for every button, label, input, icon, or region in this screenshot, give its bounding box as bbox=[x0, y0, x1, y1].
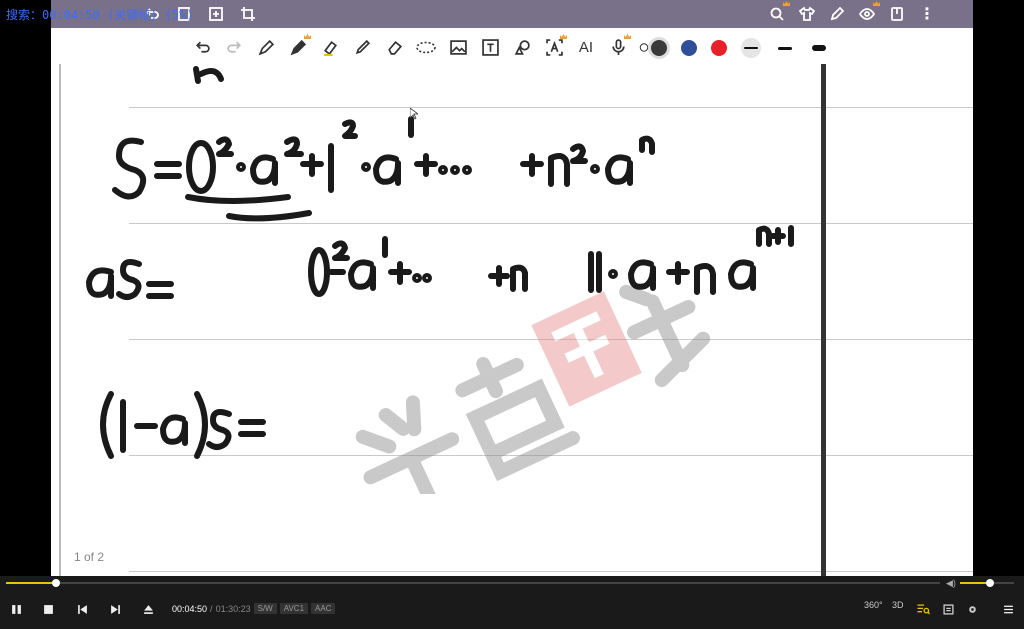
note-app-window: ⋮ AI 1 of 2 bbox=[51, 0, 973, 576]
bookmark-icon[interactable] bbox=[887, 4, 907, 24]
color-swatch-dark[interactable] bbox=[651, 40, 667, 56]
playlist-search-icon[interactable] bbox=[914, 598, 932, 620]
textbox-icon[interactable] bbox=[479, 36, 501, 58]
drawing-toolbar: AI bbox=[51, 28, 973, 65]
highlighter-icon[interactable] bbox=[319, 36, 341, 58]
current-time: 00:04:50 bbox=[172, 603, 208, 614]
stroke-thick[interactable] bbox=[809, 38, 829, 58]
more-tools-icon[interactable] bbox=[639, 36, 649, 58]
eraser-icon[interactable] bbox=[383, 36, 405, 58]
microphone-icon[interactable] bbox=[607, 34, 631, 58]
vr-360-button[interactable]: 360° bbox=[864, 600, 883, 610]
undo-icon[interactable] bbox=[191, 36, 213, 58]
speaker-icon[interactable]: ◀) bbox=[946, 578, 956, 589]
image-icon[interactable] bbox=[447, 36, 469, 58]
premium-crown-icon bbox=[783, 1, 790, 6]
time-display: 00:04:50 / 01:30:23 S/W AVC1 AAC bbox=[172, 603, 336, 614]
stroke-medium[interactable] bbox=[775, 38, 795, 58]
color-swatch-red[interactable] bbox=[711, 40, 727, 56]
pause-button[interactable] bbox=[8, 598, 24, 620]
premium-crown-icon bbox=[624, 34, 631, 39]
search-icon[interactable] bbox=[767, 1, 790, 24]
shirt-icon[interactable] bbox=[797, 4, 817, 24]
seek-bar[interactable] bbox=[0, 579, 940, 587]
chip-audio-codec: AAC bbox=[311, 603, 336, 614]
text-recognition-icon[interactable] bbox=[543, 34, 567, 58]
volume-slider[interactable]: ◀) bbox=[946, 578, 1018, 588]
add-page-icon[interactable] bbox=[206, 4, 226, 24]
premium-crown-icon bbox=[873, 1, 880, 6]
color-swatch-blue[interactable] bbox=[681, 40, 697, 56]
page-count: 1 of 2 bbox=[74, 550, 105, 564]
settings-gear-icon[interactable] bbox=[964, 598, 980, 620]
lasso-icon[interactable] bbox=[415, 36, 437, 58]
chip-sw: S/W bbox=[253, 603, 277, 614]
search-status-overlay: 搜索：00:04:50 (关键帧) (5%) bbox=[6, 8, 194, 22]
mouse-cursor-icon bbox=[410, 108, 418, 120]
media-player-controls: ◀) 00:04:50 / 01:30:23 S/W AVC1 AAC 360°… bbox=[0, 576, 1024, 629]
time-separator: / bbox=[210, 603, 213, 614]
eye-icon[interactable] bbox=[857, 1, 880, 24]
pencil-icon[interactable] bbox=[287, 34, 311, 58]
redo-icon[interactable] bbox=[223, 36, 245, 58]
shapes-icon[interactable] bbox=[511, 36, 533, 58]
marker-icon[interactable] bbox=[351, 36, 373, 58]
3d-button[interactable]: 3D bbox=[892, 600, 904, 610]
eject-button[interactable] bbox=[140, 598, 156, 620]
previous-button[interactable] bbox=[74, 598, 90, 620]
volume-knob[interactable] bbox=[986, 579, 994, 587]
chip-video-codec: AVC1 bbox=[279, 603, 309, 614]
stroke-thin[interactable] bbox=[741, 38, 761, 58]
next-button[interactable] bbox=[107, 598, 123, 620]
total-time: 01:30:23 bbox=[215, 603, 251, 614]
premium-crown-icon bbox=[304, 34, 311, 39]
premium-crown-icon bbox=[560, 34, 567, 39]
stop-button[interactable] bbox=[40, 598, 56, 620]
crop-icon[interactable] bbox=[238, 4, 258, 24]
subtitles-icon[interactable] bbox=[940, 598, 956, 620]
menu-icon[interactable] bbox=[1000, 598, 1016, 620]
seek-knob[interactable] bbox=[52, 579, 61, 587]
pen-icon[interactable] bbox=[255, 36, 277, 58]
ai-icon[interactable]: AI bbox=[575, 36, 597, 58]
pen-edit-icon[interactable] bbox=[827, 4, 847, 24]
more-icon[interactable]: ⋮ bbox=[917, 4, 937, 24]
note-page[interactable]: 1 of 2 bbox=[51, 64, 973, 576]
handwritten-math-ink bbox=[86, 66, 794, 459]
